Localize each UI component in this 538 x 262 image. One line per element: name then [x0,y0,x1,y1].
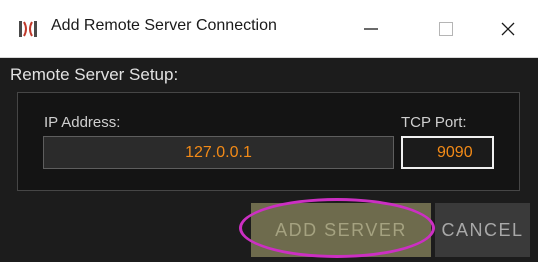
minimize-icon [364,27,378,30]
minimize-button[interactable] [340,0,402,57]
window-title: Add Remote Server Connection [51,17,277,34]
cancel-button[interactable]: CANCEL [435,203,530,257]
app-logo-icon [17,19,39,39]
maximize-icon [439,21,453,36]
tcp-port-label: TCP Port: [401,114,467,131]
ip-address-label: IP Address: [44,114,121,131]
ip-address-input[interactable] [43,136,394,169]
title-bar: Add Remote Server Connection [0,0,538,58]
section-label: Remote Server Setup: [10,65,179,84]
add-server-button[interactable]: ADD SERVER [251,203,431,257]
close-button[interactable] [477,0,538,57]
tcp-port-input[interactable] [401,136,494,169]
add-remote-server-dialog: Add Remote Server Connection Remote Serv… [0,0,538,262]
close-icon [501,22,515,35]
maximize-button[interactable] [415,0,477,57]
dialog-content: Remote Server Setup: IP Address: TCP Por… [0,58,538,262]
